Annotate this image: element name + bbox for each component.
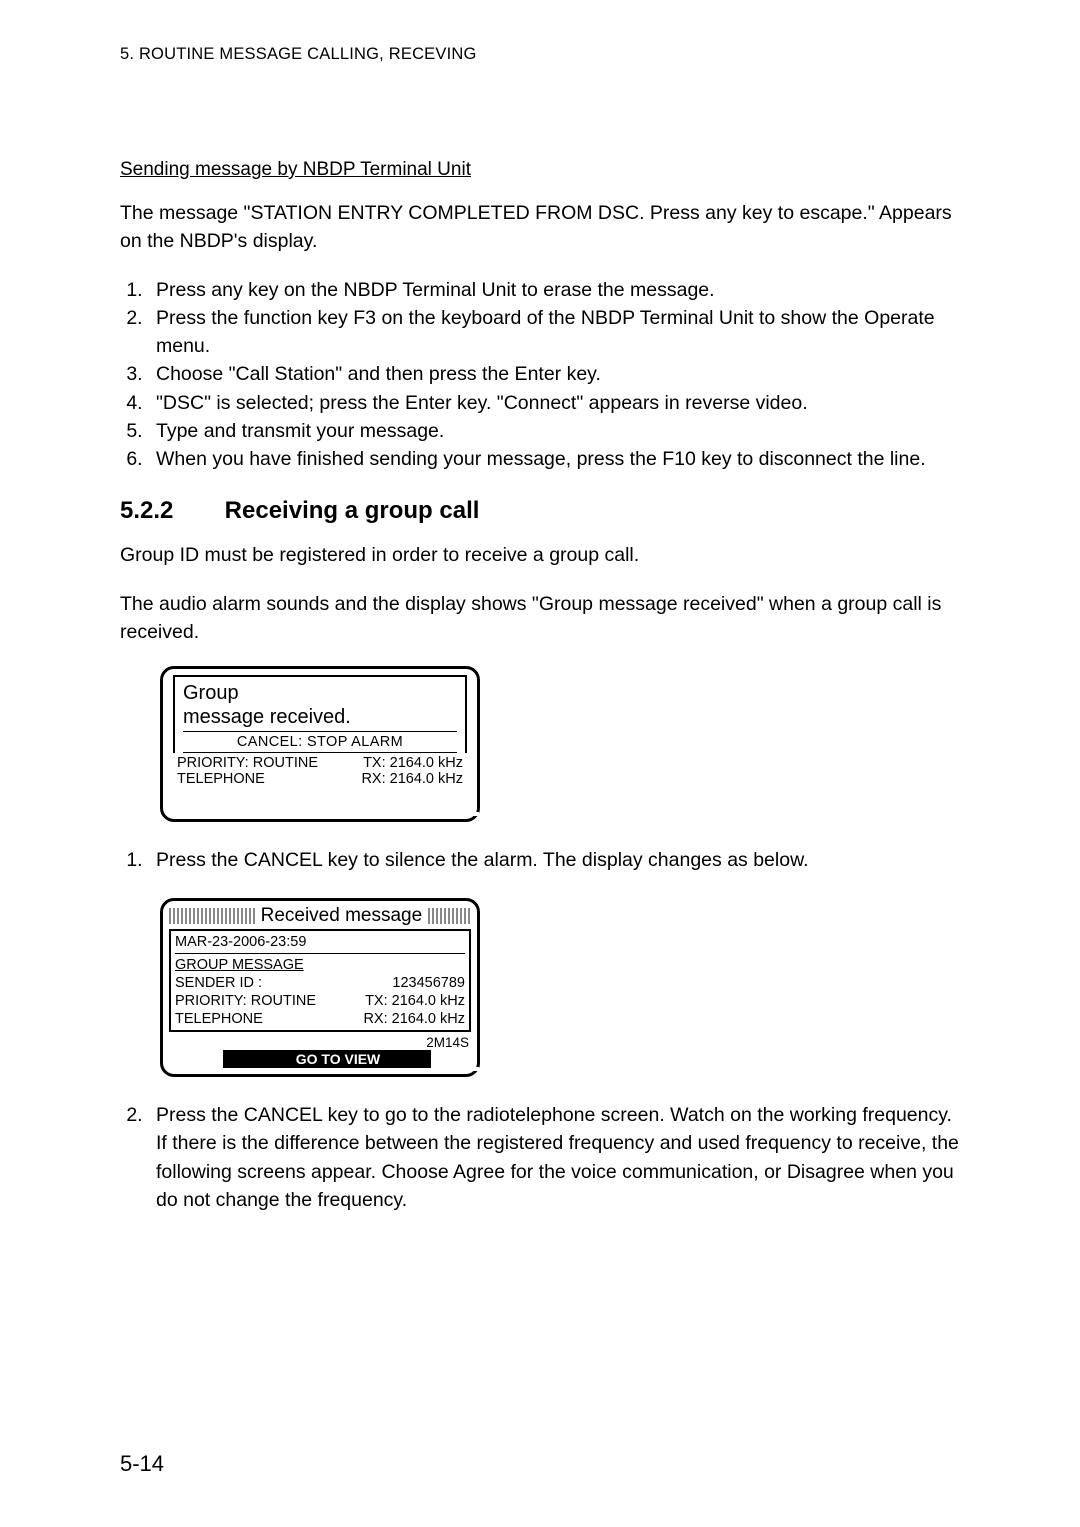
list-item: Press the CANCEL key to go to the radiot… [148, 1101, 960, 1214]
group-message-label: GROUP MESSAGE [175, 956, 465, 974]
section-title: Receiving a group call [225, 497, 480, 524]
page-header: 5. ROUTINE MESSAGE CALLING, RECEVING [120, 45, 960, 64]
received-date: MAR-23-2006-23:59 [175, 933, 465, 953]
sender-id-value: 123456789 [392, 974, 465, 992]
nbdp-subheading: Sending message by NBDP Terminal Unit [120, 159, 960, 181]
display1-telephone: TELEPHONE [177, 771, 265, 787]
display-received-message: Received message MAR-23-2006-23:59 GROUP… [160, 898, 480, 1077]
tx-value: TX: 2164.0 kHz [365, 992, 465, 1010]
group-id-paragraph: Group ID must be registered in order to … [120, 541, 960, 569]
alarm-paragraph: The audio alarm sounds and the display s… [120, 590, 960, 647]
go-to-view-button: GO TO VIEW [296, 1051, 381, 1067]
section-number: 5.2.2 [120, 497, 218, 525]
list-item: Choose "Call Station" and then press the… [148, 360, 960, 388]
telephone-label: TELEPHONE [175, 1010, 263, 1028]
display1-line1: Group [183, 681, 457, 705]
display1-rx: RX: 2164.0 kHz [361, 771, 463, 787]
display-group-received: Group message received. CANCEL: STOP ALA… [160, 666, 480, 822]
list-item: "DSC" is selected; press the Enter key. … [148, 389, 960, 417]
section-heading: 5.2.2 Receiving a group call [120, 497, 960, 525]
list-item: Press any key on the NBDP Terminal Unit … [148, 276, 960, 304]
stripe-decor [428, 908, 471, 924]
nbdp-steps-list: Press any key on the NBDP Terminal Unit … [120, 276, 960, 474]
display1-cancel-label: CANCEL: STOP ALARM [183, 731, 457, 753]
received-message-title: Received message [261, 905, 423, 927]
rx-value: RX: 2164.0 kHz [363, 1010, 465, 1028]
elapsed-time: 2M14S [163, 1034, 477, 1050]
display1-line2: message received. [183, 705, 457, 729]
intro-paragraph: The message "STATION ENTRY COMPLETED FRO… [120, 199, 960, 256]
page-number: 5-14 [120, 1451, 164, 1477]
list-item: Type and transmit your message. [148, 417, 960, 445]
display1-tx: TX: 2164.0 kHz [363, 755, 463, 771]
list-item: Press the function key F3 on the keyboar… [148, 304, 960, 361]
list-item: Press the CANCEL key to silence the alar… [148, 846, 960, 874]
stripe-decor [169, 908, 255, 924]
priority-label: PRIORITY: ROUTINE [175, 992, 316, 1010]
receive-steps-list: Press the CANCEL key to silence the alar… [120, 846, 960, 874]
list-item: When you have finished sending your mess… [148, 445, 960, 473]
receive-steps-list-cont: Press the CANCEL key to go to the radiot… [120, 1101, 960, 1214]
sender-id-label: SENDER ID : [175, 974, 262, 992]
display1-priority: PRIORITY: ROUTINE [177, 755, 318, 771]
